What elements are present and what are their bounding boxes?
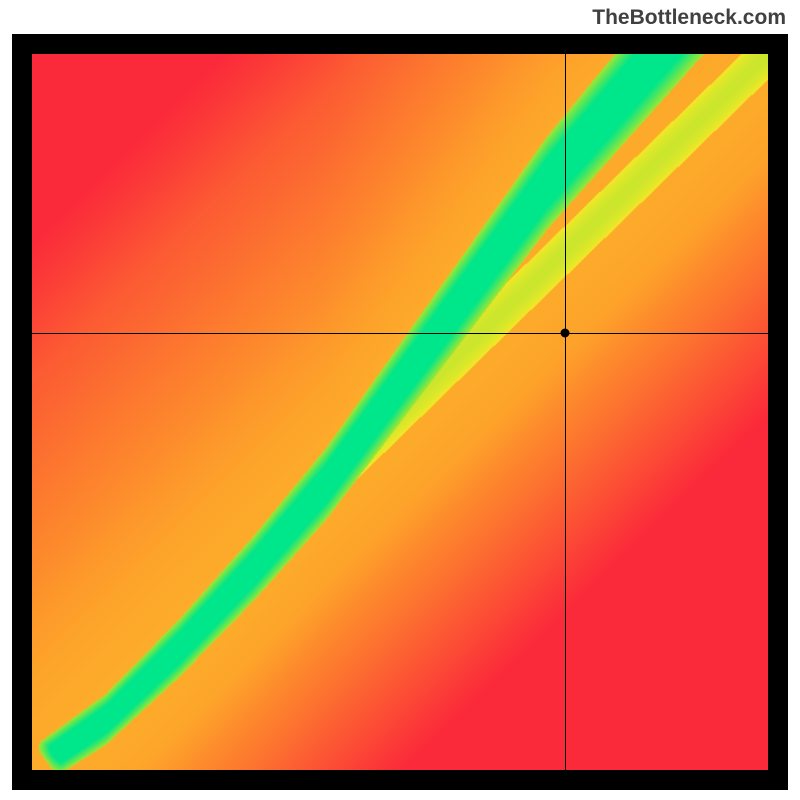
crosshair-vertical (565, 54, 566, 770)
watermark-text: TheBottleneck.com (592, 6, 786, 30)
crosshair-horizontal (32, 333, 768, 334)
plot-area (32, 54, 768, 770)
marker-point (560, 328, 569, 337)
plot-frame (12, 34, 788, 790)
chart-container: TheBottleneck.com (0, 0, 800, 800)
heatmap-canvas (32, 54, 768, 770)
